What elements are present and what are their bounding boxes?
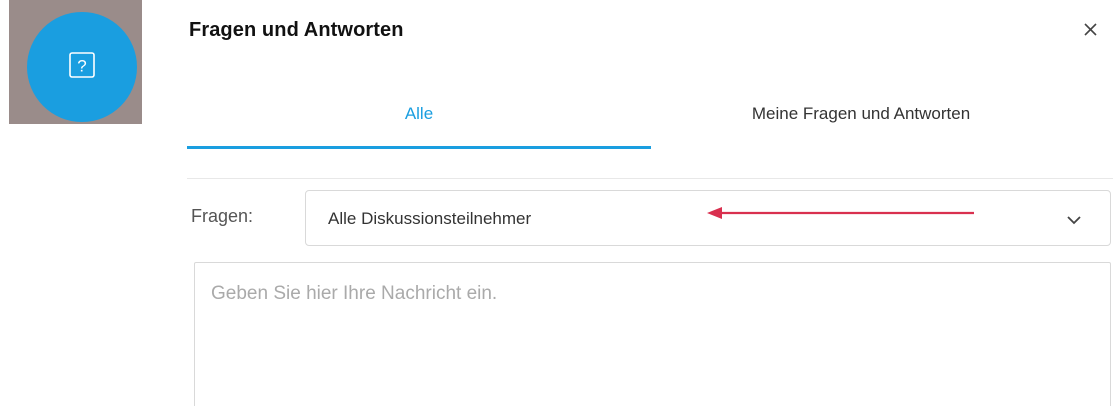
panel-title: Fragen und Antworten (189, 19, 404, 41)
questions-filter-label: Fragen: (191, 206, 254, 226)
message-input-container (194, 262, 1111, 406)
qa-launcher-button[interactable]: ? (27, 12, 137, 122)
message-input[interactable] (195, 263, 1110, 406)
chevron-down-icon (1067, 216, 1081, 225)
participants-select-value: Alle Diskussionsteilnehmer (328, 209, 532, 228)
tab-my-questions[interactable]: Meine Fragen und Antworten (651, 80, 1071, 148)
tab-all[interactable]: Alle (187, 80, 651, 148)
qa-screen: ? Fragen und Antworten Alle Meine Fragen… (0, 0, 1113, 406)
close-icon (1084, 23, 1097, 36)
divider (187, 178, 1113, 179)
svg-text:?: ? (77, 57, 86, 76)
question-icon: ? (69, 52, 95, 78)
tab-bar: Alle Meine Fragen und Antworten (187, 80, 1113, 150)
annotation-arrow (707, 207, 974, 219)
active-tab-indicator (187, 146, 651, 149)
close-button[interactable] (1078, 16, 1104, 42)
qa-launcher-tile[interactable]: ? (9, 0, 142, 124)
